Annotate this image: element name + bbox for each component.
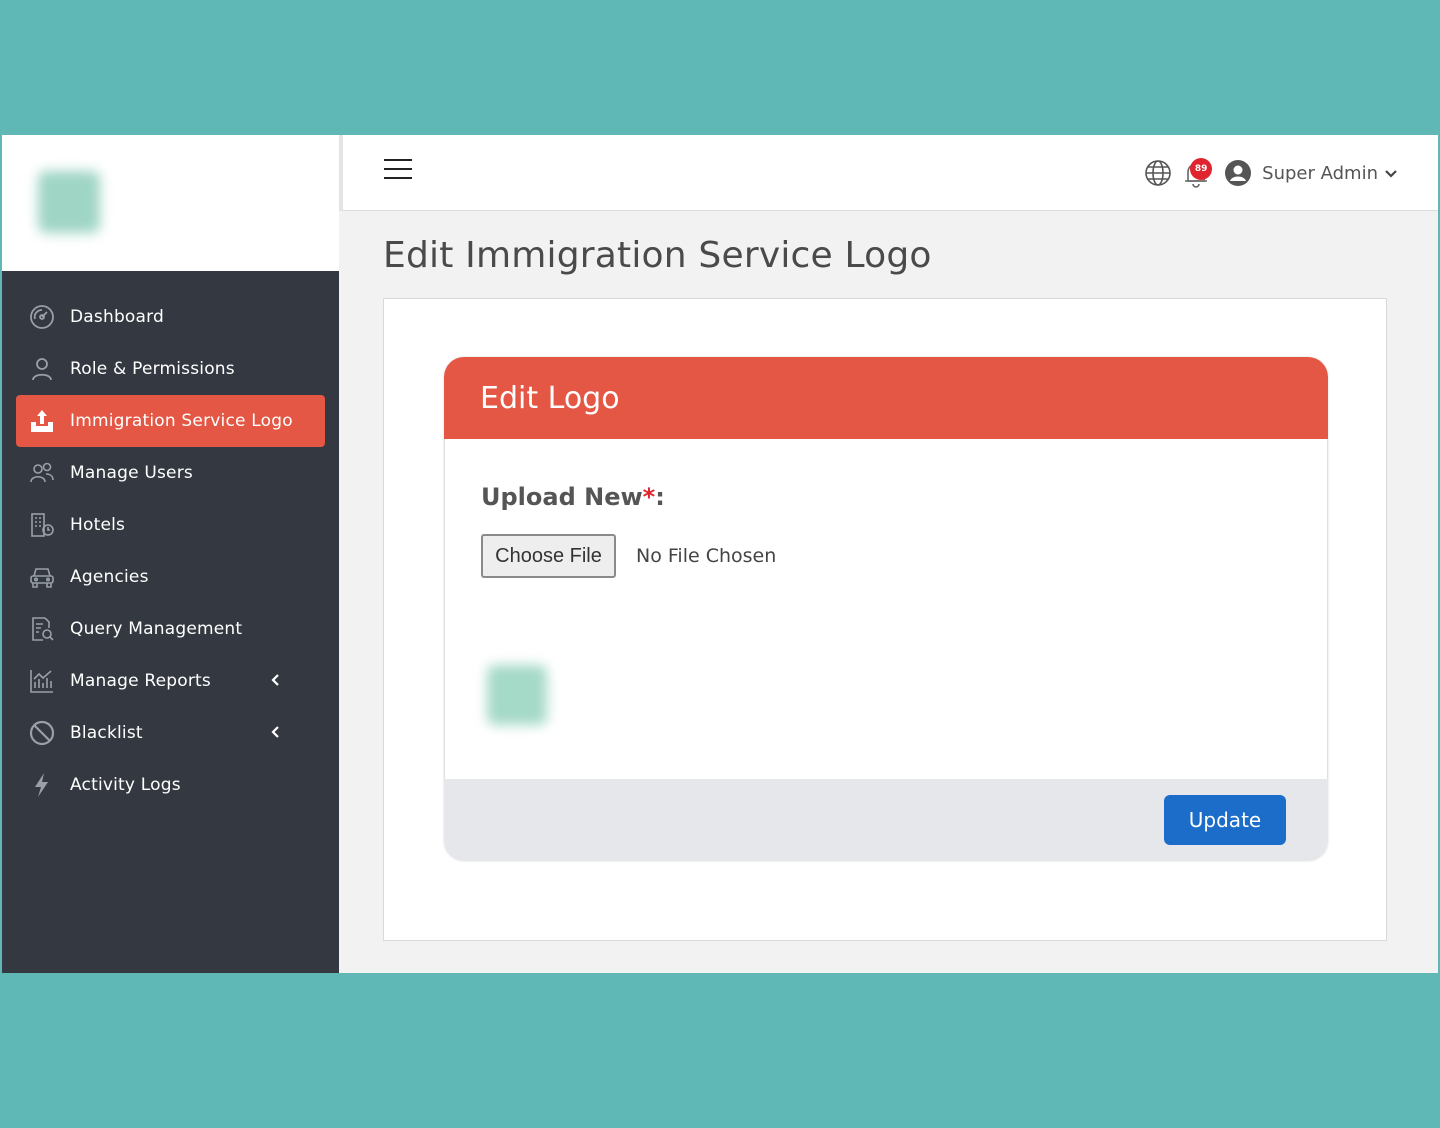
file-status-text: No File Chosen	[636, 545, 777, 567]
chevron-down-icon[interactable]	[1384, 166, 1398, 180]
sidebar-item-label: Role & Permissions	[70, 359, 235, 379]
sidebar-nav: Dashboard Role & Permissions Immigration…	[2, 291, 339, 811]
sidebar-item-hotels[interactable]: Hotels	[16, 499, 325, 551]
menu-toggle-icon[interactable]	[384, 159, 412, 181]
hotel-icon	[28, 511, 56, 539]
upload-label-text: Upload New	[481, 483, 643, 511]
sidebar-item-manage-users[interactable]: Manage Users	[16, 447, 325, 499]
sidebar-item-label: Immigration Service Logo	[70, 411, 293, 431]
sidebar-item-agencies[interactable]: Agencies	[16, 551, 325, 603]
notification-badge: 89	[1190, 158, 1213, 180]
ban-icon	[28, 719, 56, 747]
sidebar-item-label: Agencies	[70, 567, 149, 587]
update-button[interactable]: Update	[1164, 795, 1286, 845]
notification-button[interactable]: 89	[1180, 157, 1213, 189]
card-body: Upload New*: Choose File No File Chosen	[444, 439, 1328, 779]
file-input: Choose File No File Chosen	[481, 534, 776, 578]
choose-file-button[interactable]: Choose File	[481, 534, 616, 578]
bolt-icon	[28, 771, 56, 799]
chevron-left-icon[interactable]	[269, 725, 283, 739]
content-panel: Edit Logo Upload New*: Choose File No Fi…	[383, 298, 1387, 941]
upload-label-suffix: :	[655, 483, 665, 511]
sidebar-item-manage-reports[interactable]: Manage Reports	[16, 655, 325, 707]
query-icon	[28, 615, 56, 643]
sidebar-item-label: Manage Reports	[70, 671, 211, 691]
edit-logo-card: Edit Logo Upload New*: Choose File No Fi…	[444, 357, 1328, 861]
users-icon	[28, 459, 56, 487]
card-title: Edit Logo	[444, 357, 1328, 439]
sidebar-item-label: Hotels	[70, 515, 126, 535]
sidebar-item-query-management[interactable]: Query Management	[16, 603, 325, 655]
user-name[interactable]: Super Admin	[1262, 163, 1378, 184]
sidebar-item-label: Dashboard	[70, 307, 165, 327]
car-icon	[28, 563, 56, 591]
page-title: Edit Immigration Service Logo	[383, 235, 932, 276]
upload-label: Upload New*:	[481, 483, 665, 511]
brand-logo[interactable]	[38, 171, 100, 233]
sidebar-item-role-permissions[interactable]: Role & Permissions	[16, 343, 325, 395]
app-window: Dashboard Role & Permissions Immigration…	[2, 135, 1438, 973]
current-logo-preview	[487, 665, 547, 725]
card-footer: Update	[444, 779, 1328, 861]
brand-area	[2, 135, 339, 271]
sidebar-item-label: Query Management	[70, 619, 243, 639]
top-bar: 89 Super Admin	[339, 135, 1438, 211]
sidebar-item-label: Blacklist	[70, 723, 143, 743]
upload-icon	[28, 407, 56, 435]
chevron-left-icon[interactable]	[269, 673, 283, 687]
reports-icon	[28, 667, 56, 695]
sidebar-item-label: Activity Logs	[70, 775, 181, 795]
sidebar-item-blacklist[interactable]: Blacklist	[16, 707, 325, 759]
user-avatar-icon[interactable]	[1224, 159, 1252, 187]
required-mark: *	[642, 483, 656, 511]
top-bar-actions: 89 Super Admin	[1144, 157, 1398, 189]
globe-icon[interactable]	[1144, 159, 1172, 187]
dashboard-icon	[28, 303, 56, 331]
user-icon	[28, 355, 56, 383]
sidebar-item-immigration-service-logo[interactable]: Immigration Service Logo	[16, 395, 325, 447]
sidebar-item-label: Manage Users	[70, 463, 193, 483]
sidebar-item-activity-logs[interactable]: Activity Logs	[16, 759, 325, 811]
sidebar: Dashboard Role & Permissions Immigration…	[2, 135, 339, 973]
sidebar-item-dashboard[interactable]: Dashboard	[16, 291, 325, 343]
